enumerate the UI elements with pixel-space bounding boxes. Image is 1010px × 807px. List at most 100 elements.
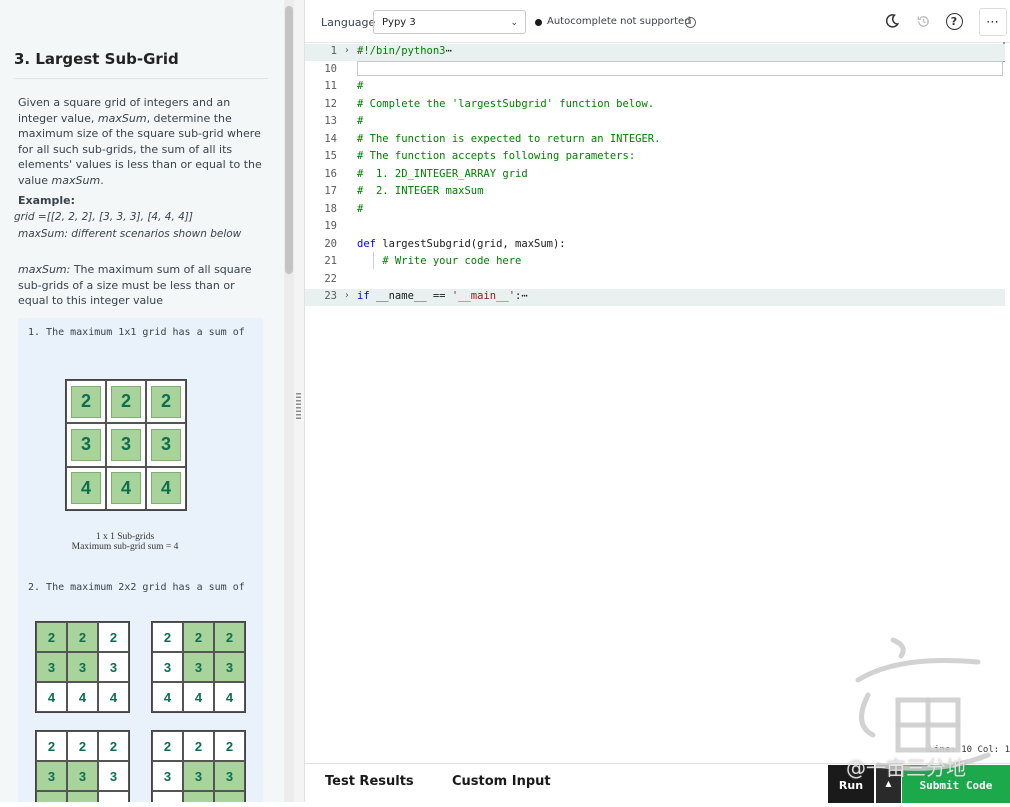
code-text: #!/bin/python3⋯ [357, 45, 452, 57]
example-maxsum: maxSum: different scenarios shown below [18, 228, 242, 240]
grid-cell: 3 [67, 761, 98, 791]
autocomplete-status: Autocomplete not supported [547, 16, 691, 27]
code-token: def [357, 237, 383, 250]
line-number: 1 [330, 45, 337, 57]
grid-cell: 3 [98, 761, 129, 791]
code-token: # [357, 115, 364, 127]
scenario-2-text: 2. The maximum 2x2 grid has a sum of [28, 582, 245, 593]
desc-maxsum-2: maxSum [51, 173, 101, 187]
code-line[interactable]: 17 # 2. INTEGER maxSum [305, 184, 1005, 201]
problem-title: 3. Largest Sub-Grid [14, 50, 179, 68]
code-text: # [357, 115, 363, 127]
code-line[interactable]: 16 # 1. 2D_INTEGER_ARRAY grid [305, 167, 1005, 184]
code-token: __name__ == [375, 290, 452, 302]
problem-description: Given a square grid of integers and an i… [18, 95, 268, 189]
grid-cell: 2 [214, 731, 245, 761]
fold-chevron-icon[interactable]: › [344, 290, 350, 301]
line-number: 18 [324, 202, 337, 215]
grid-cell-value: 4 [71, 472, 101, 505]
grid-cell: 3 [66, 423, 106, 467]
history-icon[interactable] [912, 10, 934, 32]
grid-cell: 3 [106, 423, 146, 467]
line-number: 11 [324, 80, 337, 92]
code-text: # The function accepts following paramet… [357, 150, 635, 162]
code-line[interactable]: 21 # Write your code here [305, 254, 1005, 271]
code-token: # Complete the 'largestSubgrid' function… [357, 97, 655, 110]
info-icon[interactable]: i [685, 17, 696, 28]
code-line[interactable]: 11 # [305, 79, 1005, 96]
code-token: largestSubgrid(grid, maxSum): [382, 237, 566, 250]
grid-cell: 4 [66, 466, 106, 510]
grid-cell: 4 [67, 682, 98, 712]
code-text: # 1. 2D_INTEGER_ARRAY grid [357, 168, 528, 180]
figure-1-caption-line-1: 1 x 1 Sub-grids [95, 532, 155, 542]
grid-cell: 4 [152, 682, 183, 712]
code-token: # The function accepts following paramet… [357, 150, 636, 162]
grid-cell: 2 [98, 731, 129, 761]
figure-1x1-grid: 222333444 [65, 379, 187, 511]
figure-2x2-grid: 222333444 [151, 730, 246, 802]
code-text: if __name__ == '__main__':⋯ [357, 290, 528, 302]
grid-cell: 4 [36, 791, 67, 802]
line-number: 17 [324, 185, 337, 197]
grid-cell: 3 [183, 761, 214, 791]
grid-cell: 4 [146, 466, 186, 510]
code-line[interactable]: 1 › #!/bin/python3⋯ [305, 44, 1005, 61]
figure-1-caption-line-2: Maximum sub-grid sum = 4 [71, 542, 179, 552]
language-select[interactable]: Pypy 3 ⌄ [373, 10, 526, 34]
code-editor[interactable]: 1 › #!/bin/python3⋯ 10 11 #12 # Complete the '… [305, 42, 1005, 740]
tab-custom-input[interactable]: Custom Input [452, 774, 551, 789]
code-token: '__main__' [451, 290, 516, 302]
line-number: 19 [324, 220, 337, 232]
grid-cell: 4 [183, 791, 214, 802]
grid-cell: 4 [67, 791, 98, 802]
grid-cell: 3 [214, 652, 245, 682]
grid-cell: 3 [146, 423, 186, 467]
code-line[interactable]: 12 # Complete the 'largestSubgrid' functi… [305, 97, 1005, 114]
grid-cell: 2 [98, 622, 129, 652]
code-text: # Write your code here [357, 255, 521, 267]
grid-cell-value: 4 [151, 472, 181, 505]
line-number: 16 [324, 167, 337, 180]
figure-2x2-grid: 222333444 [151, 621, 246, 713]
code-line[interactable]: 22 [305, 272, 1005, 289]
code-line[interactable]: 23 › if __name__ == '__main__':⋯ [305, 289, 1005, 306]
grid-cell: 3 [36, 761, 67, 791]
grid-cell-value: 3 [111, 428, 141, 461]
language-label: Language [321, 16, 376, 29]
grid-cell: 3 [98, 652, 129, 682]
code-line[interactable]: 20 def largestSubgrid(grid, maxSum): [305, 237, 1005, 254]
grid-cell: 2 [146, 380, 186, 424]
line-number: 23 [324, 290, 337, 302]
fold-chevron-icon[interactable]: › [344, 45, 350, 56]
code-line[interactable]: 13 # [305, 114, 1005, 131]
code-line[interactable]: 14 # The function is expected to return a… [305, 132, 1005, 149]
resize-handle-icon[interactable] [296, 393, 301, 419]
code-text: # The function is expected to return an … [357, 133, 660, 145]
example-heading: Example: [18, 194, 75, 207]
grid-cell: 2 [214, 622, 245, 652]
maxsum-note: maxSum: The maximum sum of all square su… [18, 262, 268, 309]
more-options-icon[interactable]: ⋯ [979, 8, 1007, 36]
tab-test-results[interactable]: Test Results [325, 774, 414, 789]
code-line[interactable]: 15 # The function accepts following param… [305, 149, 1005, 166]
code-text: # Complete the 'largestSubgrid' function… [357, 98, 654, 110]
code-token: ⋯ [521, 290, 528, 302]
history-icon-svg [917, 15, 929, 27]
code-line[interactable]: 19 [305, 219, 1005, 236]
help-icon[interactable]: ? [943, 10, 965, 32]
grid-cell: 2 [183, 731, 214, 761]
moon-icon[interactable] [881, 10, 903, 32]
grid-cell: 2 [152, 622, 183, 652]
active-line-highlight [357, 61, 1003, 76]
grid-cell-value: 3 [151, 428, 181, 461]
grid-cell: 3 [183, 652, 214, 682]
problem-scrollbar-thumb[interactable] [285, 6, 293, 274]
grid-cell: 2 [36, 622, 67, 652]
line-number: 15 [324, 150, 337, 162]
grid-cell: 2 [183, 622, 214, 652]
code-line[interactable]: 18 # [305, 202, 1005, 219]
grid-cell-value: 4 [111, 472, 141, 505]
figure-2x2-grid: 222333444 [35, 621, 130, 713]
example-grid: grid =[[2, 2, 2], [3, 3, 3], [4, 4, 4]] [14, 211, 193, 223]
